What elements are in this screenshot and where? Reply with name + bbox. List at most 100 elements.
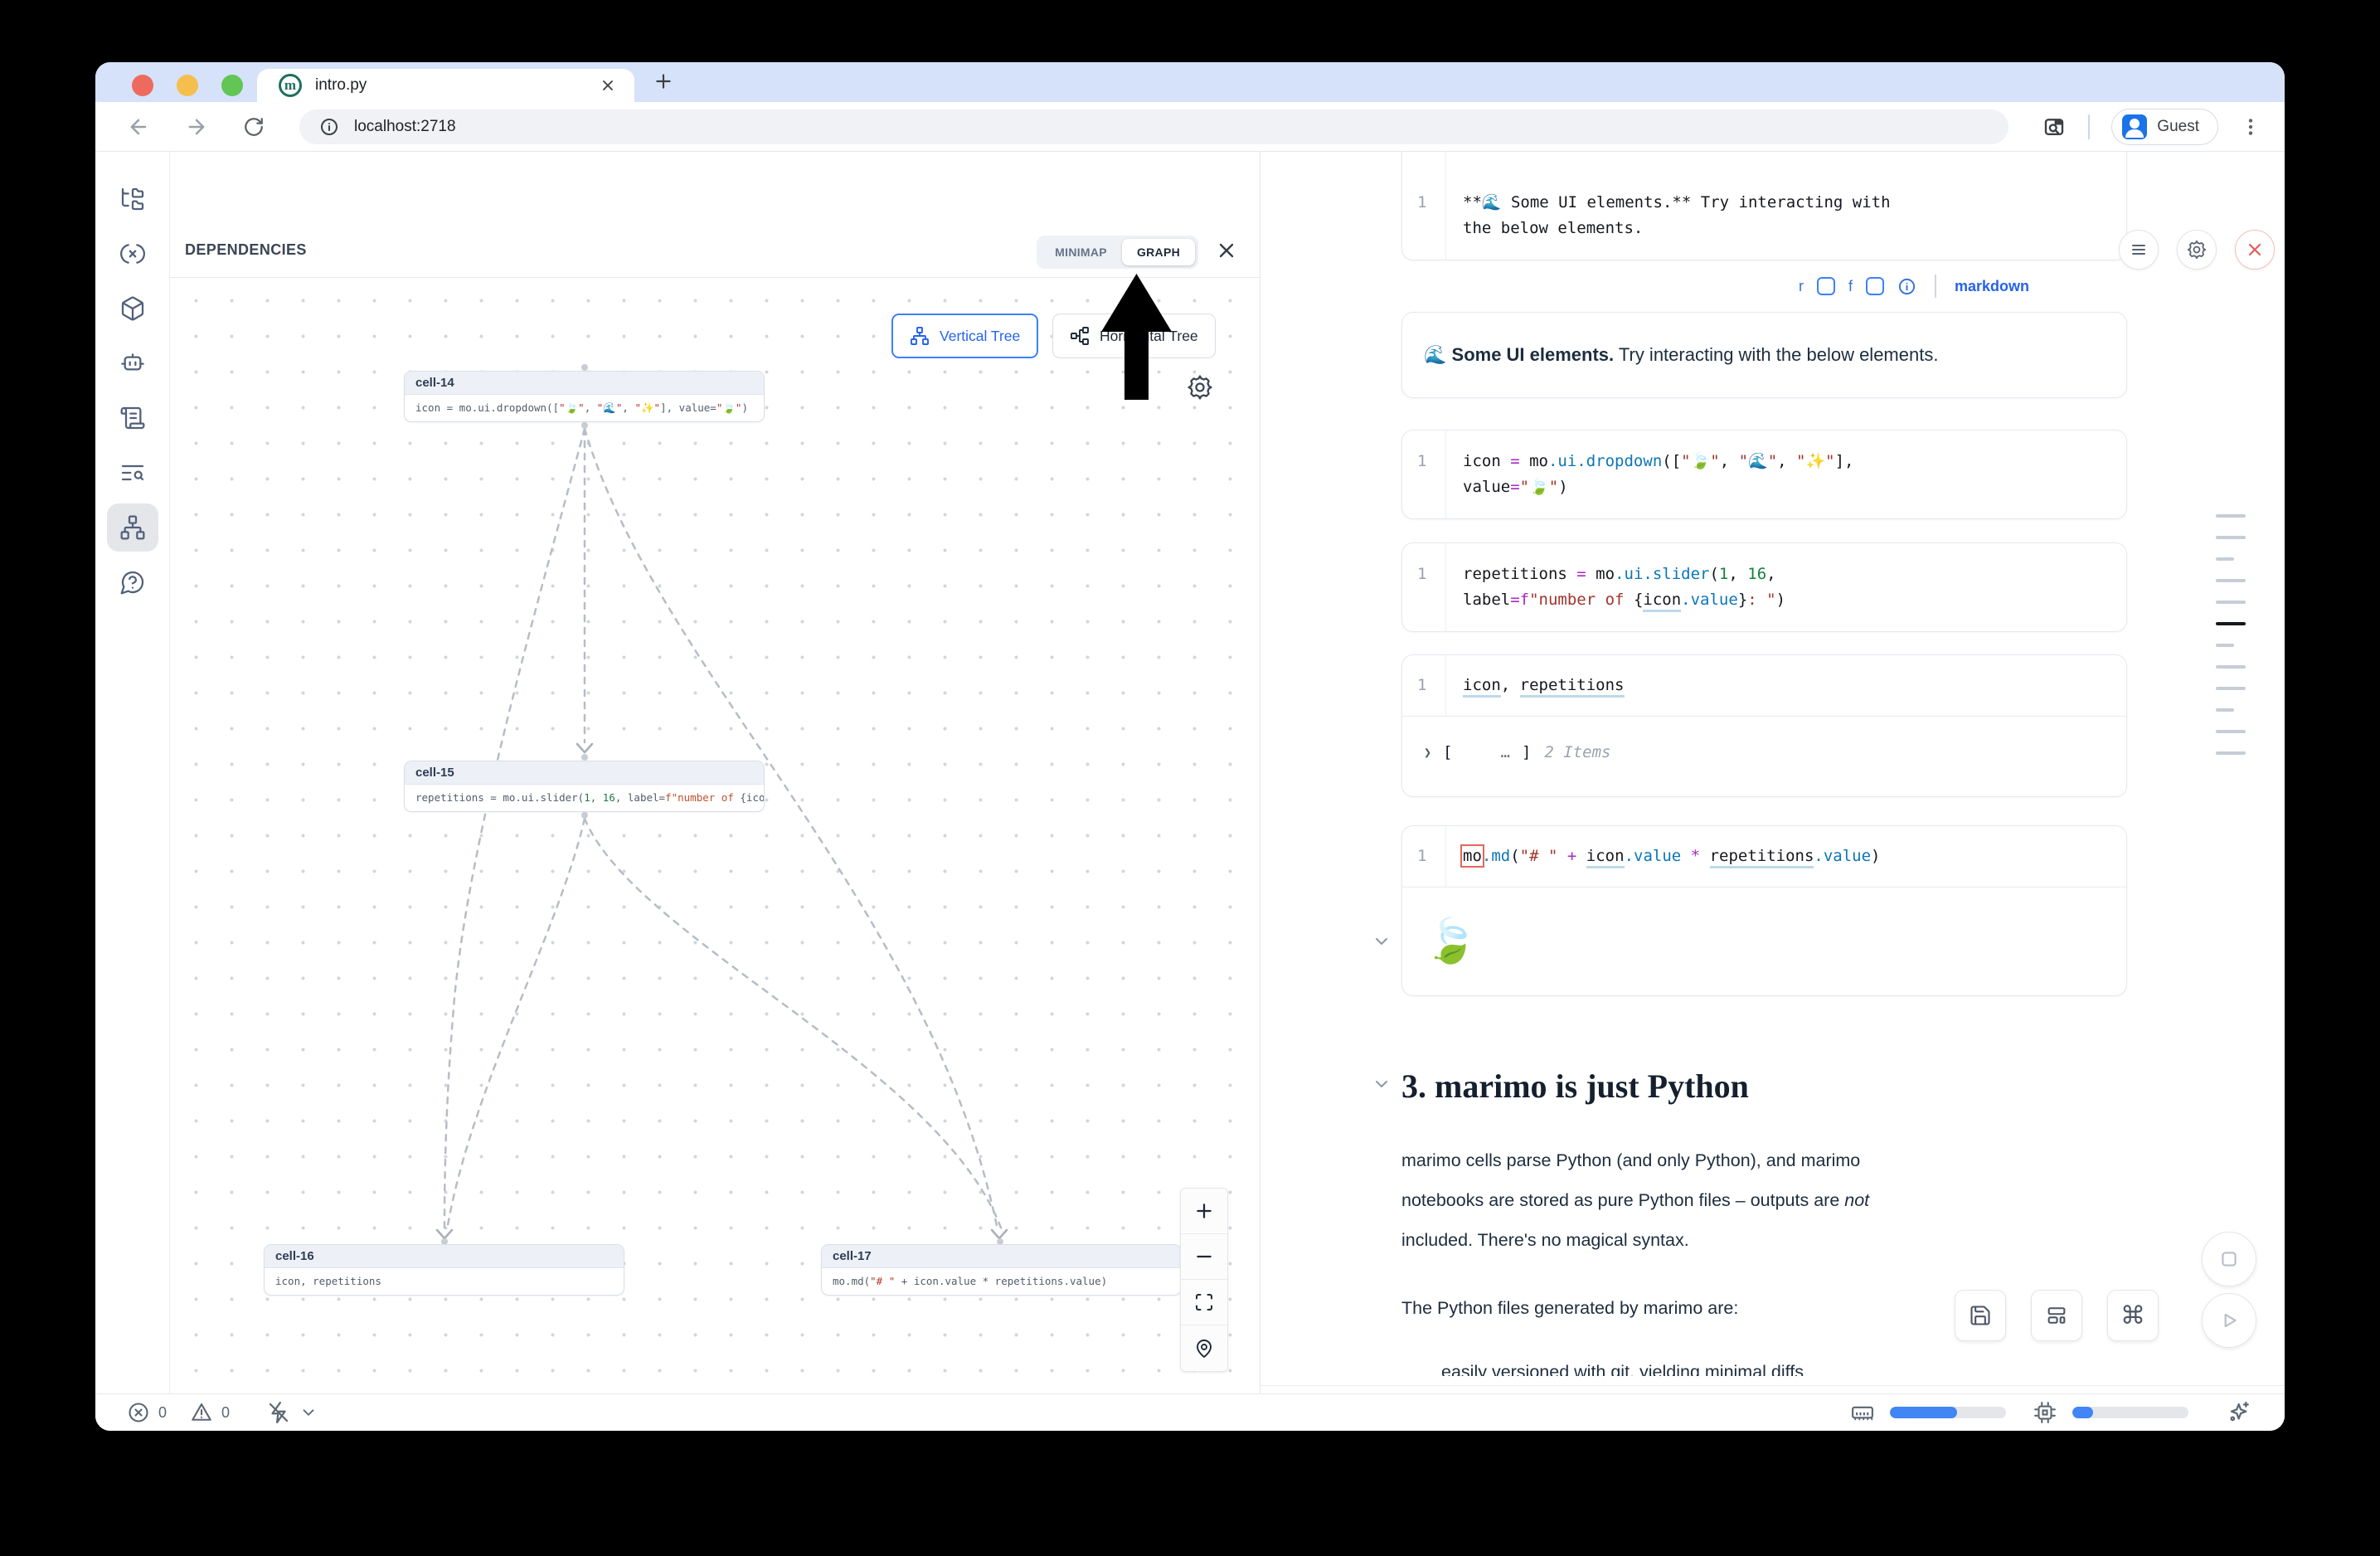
package-icon xyxy=(119,295,146,322)
collapse-output-chevron-icon[interactable] xyxy=(1372,931,1392,951)
chevron-down-icon xyxy=(299,1403,318,1422)
marimo-favicon: m xyxy=(279,74,302,97)
vertical-tree-label: Vertical Tree xyxy=(940,328,1020,345)
ai-sparkle-icon[interactable] xyxy=(2225,1399,2251,1426)
minimap-toggle-button[interactable]: MINIMAP xyxy=(1040,239,1122,265)
fit-view-button[interactable] xyxy=(1181,1280,1227,1325)
stop-button[interactable] xyxy=(2202,1232,2256,1286)
new-tab-button[interactable] xyxy=(653,71,674,92)
code-editor[interactable]: repetitions = mo.ui.slider(1, 16, label=… xyxy=(1445,543,2126,631)
minimize-window-button[interactable] xyxy=(177,75,198,96)
locate-button[interactable] xyxy=(1181,1325,1227,1371)
zoom-window-button[interactable] xyxy=(221,75,243,96)
code-cell-md[interactable]: 1 mo.md("# " + icon.value * repetitions.… xyxy=(1401,825,2127,996)
site-info-icon[interactable] xyxy=(319,117,339,137)
close-window-button[interactable] xyxy=(132,75,153,96)
close-panel-icon[interactable] xyxy=(1215,239,1238,262)
minimap-line xyxy=(2216,751,2246,755)
warnings-indicator[interactable]: 0 xyxy=(190,1401,230,1424)
code-cell-tuple[interactable]: 1 icon, repetitions ❯ [ … ] 2 Items xyxy=(1401,654,2127,797)
search-tabs-icon[interactable] xyxy=(2042,114,2067,139)
zoom-out-button[interactable] xyxy=(1181,1234,1227,1280)
shortcuts-button[interactable]: ⌘ xyxy=(2107,1290,2159,1341)
browser-tab[interactable]: m intro.py xyxy=(257,69,634,102)
run-button[interactable] xyxy=(2202,1293,2256,1348)
code-cell-dropdown[interactable]: 1 icon = mo.ui.dropdown(["🍃", "🌊", "✨"],… xyxy=(1401,430,2127,519)
formatter-toggle[interactable] xyxy=(266,1400,318,1425)
code-editor[interactable]: mo.md("# " + icon.value * repetitions.va… xyxy=(1445,826,2126,887)
cpu-icon xyxy=(2033,1400,2057,1425)
tuple-output[interactable]: ❯ [ … ] 2 Items xyxy=(1402,717,2126,796)
language-toggle[interactable]: markdown xyxy=(1955,278,2029,295)
memory-icon xyxy=(1850,1400,1875,1425)
menu-icon xyxy=(2129,240,2149,260)
rail-item-file-tree[interactable] xyxy=(107,175,158,223)
autorun-off-icon xyxy=(266,1400,291,1425)
vertical-tree-button[interactable]: Vertical Tree xyxy=(891,314,1038,358)
node-title: cell-17 xyxy=(822,1245,1181,1268)
code-cell-slider[interactable]: 1 repetitions = mo.ui.slider(1, 16, labe… xyxy=(1401,542,2127,632)
notebook-settings-button[interactable] xyxy=(2177,230,2217,270)
rail-item-snippets[interactable] xyxy=(107,449,158,497)
toolbar-divider xyxy=(2088,114,2090,139)
node-title: cell-16 xyxy=(265,1245,624,1268)
wave-emoji: 🌊 xyxy=(1424,344,1452,365)
graph-toggle-button[interactable]: GRAPH xyxy=(1122,239,1195,265)
rail-item-help[interactable] xyxy=(107,558,158,606)
code-editor[interactable]: **🌊 Some UI elements.** Try interacting … xyxy=(1445,152,2126,260)
node-title: cell-15 xyxy=(405,761,764,785)
bracket-close: ] xyxy=(1522,742,1531,763)
reload-icon[interactable] xyxy=(243,116,265,138)
memory-usage-bar xyxy=(1890,1407,2006,1418)
markdown-source-cell[interactable]: 1 **🌊 Some UI elements.** Try interactin… xyxy=(1401,152,2127,260)
graph-node-cell-17[interactable]: cell-17 mo.md("# " + icon.value * repeti… xyxy=(821,1244,1182,1296)
collapse-section-chevron-icon[interactable] xyxy=(1372,1074,1392,1094)
rail-item-dependency-graph[interactable] xyxy=(107,503,158,552)
shutdown-button[interactable] xyxy=(2235,230,2275,270)
raw-string-checkbox[interactable] xyxy=(1817,277,1835,295)
layout-button[interactable] xyxy=(2031,1290,2082,1341)
fstring-checkbox[interactable] xyxy=(1866,277,1884,295)
graph-node-cell-14[interactable]: cell-14 icon = mo.ui.dropdown(["🍃", "🌊",… xyxy=(404,371,765,422)
tab-close-icon[interactable] xyxy=(600,77,616,94)
minimap-line xyxy=(2216,665,2246,669)
errors-indicator[interactable]: 0 xyxy=(127,1401,167,1424)
notebook-pane: 1 **🌊 Some UI elements.** Try interactin… xyxy=(1260,152,2285,1393)
graph-node-cell-15[interactable]: cell-15 repetitions = mo.ui.slider(1, 16… xyxy=(404,761,765,812)
graph-settings-icon[interactable] xyxy=(1186,373,1214,401)
graph-canvas[interactable]: cell-14 icon = mo.ui.dropdown(["🍃", "🌊",… xyxy=(170,278,1260,1393)
text-search-icon xyxy=(119,460,146,486)
notebook-menu-button[interactable] xyxy=(2119,230,2159,270)
raw-string-label: r xyxy=(1799,278,1804,295)
expand-chevron-icon[interactable]: ❯ xyxy=(1424,742,1431,763)
profile-button[interactable]: Guest xyxy=(2111,109,2218,145)
info-icon[interactable] xyxy=(1897,277,1916,296)
dependencies-panel: DEPENDENCIES MINIMAP GRAPH xyxy=(170,152,1260,1393)
save-button[interactable] xyxy=(1955,1290,2006,1341)
code-editor[interactable]: icon, repetitions xyxy=(1445,655,2126,716)
url-text: localhost:2718 xyxy=(354,118,456,136)
browser-menu-icon[interactable] xyxy=(2240,116,2261,138)
cell-minimap[interactable] xyxy=(2216,514,2246,773)
rail-item-packages[interactable] xyxy=(107,284,158,333)
variables-icon xyxy=(119,241,146,267)
scroll-text-icon xyxy=(119,405,146,431)
zoom-in-button[interactable] xyxy=(1181,1189,1227,1234)
graph-node-cell-16[interactable]: cell-16 icon, repetitions xyxy=(264,1244,624,1296)
url-bar[interactable]: localhost:2718 xyxy=(299,109,2008,144)
cell-config-row: r f markdown xyxy=(1401,270,2029,302)
horizontal-tree-icon xyxy=(1070,326,1090,346)
rail-item-variables[interactable] xyxy=(107,230,158,278)
line-number: 1 xyxy=(1402,152,1445,260)
clipped-list-item: easily versioned with git, yielding mini… xyxy=(1401,1362,2127,1376)
back-icon[interactable] xyxy=(127,115,150,139)
help-icon xyxy=(119,569,146,596)
code-editor[interactable]: icon = mo.ui.dropdown(["🍃", "🌊", "✨"], v… xyxy=(1445,430,2126,518)
minimap-line xyxy=(2216,557,2234,561)
node-code: icon, repetitions xyxy=(265,1268,624,1295)
rail-item-ai-assistant[interactable] xyxy=(107,339,158,387)
panel-title: DEPENDENCIES xyxy=(185,241,307,259)
vertical-tree-icon xyxy=(910,326,930,346)
forward-icon[interactable] xyxy=(185,115,208,139)
rail-item-logs[interactable] xyxy=(107,394,158,442)
